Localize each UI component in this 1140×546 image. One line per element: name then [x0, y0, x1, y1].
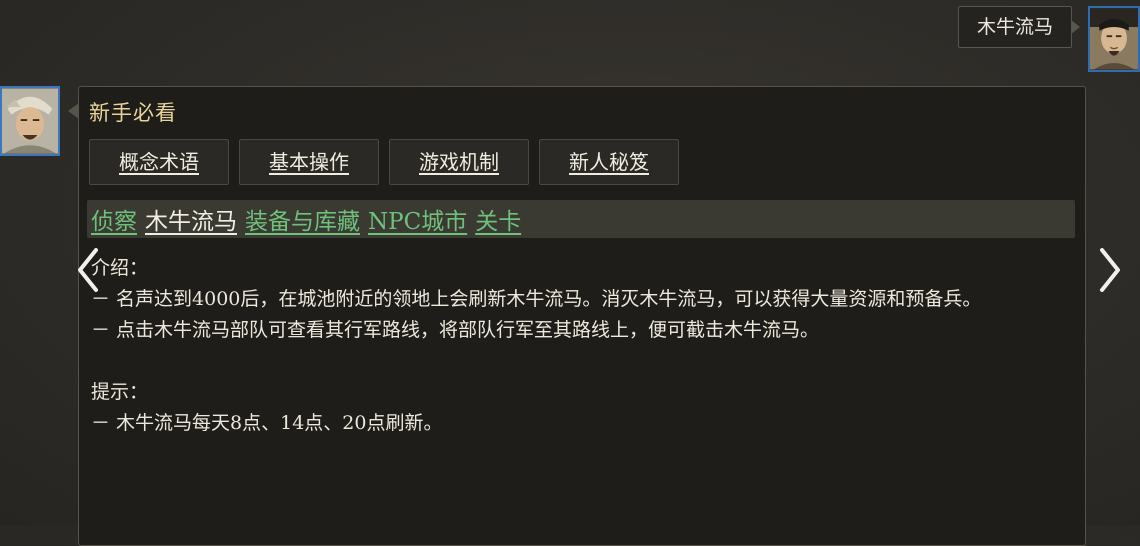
article-content: 介绍： － 名声达到4000后，在城池附近的领地上会刷新木牛流马。消灭木牛流马，… [91, 253, 1081, 439]
subtopic-scouting-link[interactable]: 侦察 [91, 202, 137, 236]
user-message-bubble: 木牛流马 [958, 6, 1080, 48]
tab-basic-operations[interactable]: 基本操作 [239, 139, 379, 185]
tab-newbie-tips[interactable]: 新人秘笈 [539, 139, 679, 185]
bot-portrait-image [2, 88, 58, 154]
chevron-left-icon[interactable] [74, 246, 102, 294]
subtopic-links: 侦察 木牛流马 装备与库藏 NPC城市 关卡 [87, 200, 1075, 238]
category-tabs: 概念术语 基本操作 游戏机制 新人秘笈 [89, 139, 679, 185]
subtopic-npc-city-link[interactable]: NPC城市 [368, 202, 467, 236]
tip-heading: 提示： [91, 381, 149, 403]
subtopic-wooden-ox-link[interactable]: 木牛流马 [145, 202, 237, 236]
user-portrait-image [1090, 8, 1138, 70]
user-avatar [1088, 6, 1140, 72]
user-message-text: 木牛流马 [976, 16, 1053, 38]
intro-paragraph-1: － 名声达到4000后，在城池附近的领地上会刷新木牛流马。消灭木牛流马，可以获得… [91, 288, 982, 310]
intro-paragraph-2: － 点击木牛流马部队可查看其行军路线，将部队行军至其路线上，便可截击木牛流马。 [91, 319, 820, 341]
tip-paragraph-1: － 木牛流马每天8点、14点、20点刷新。 [91, 412, 443, 434]
subtopic-equipment-storage-link[interactable]: 装备与库藏 [245, 202, 360, 236]
tab-game-mechanics[interactable]: 游戏机制 [389, 139, 529, 185]
intro-heading: 介绍： [91, 257, 149, 279]
subtopic-stages-link[interactable]: 关卡 [475, 202, 521, 236]
reply-panel: 新手必看 概念术语 基本操作 游戏机制 新人秘笈 侦察 木牛流马 装备与库藏 N… [68, 86, 1086, 546]
chevron-right-icon[interactable] [1096, 246, 1124, 294]
panel-title: 新手必看 [89, 101, 177, 125]
bot-avatar [0, 86, 60, 156]
tab-concept-terms[interactable]: 概念术语 [89, 139, 229, 185]
